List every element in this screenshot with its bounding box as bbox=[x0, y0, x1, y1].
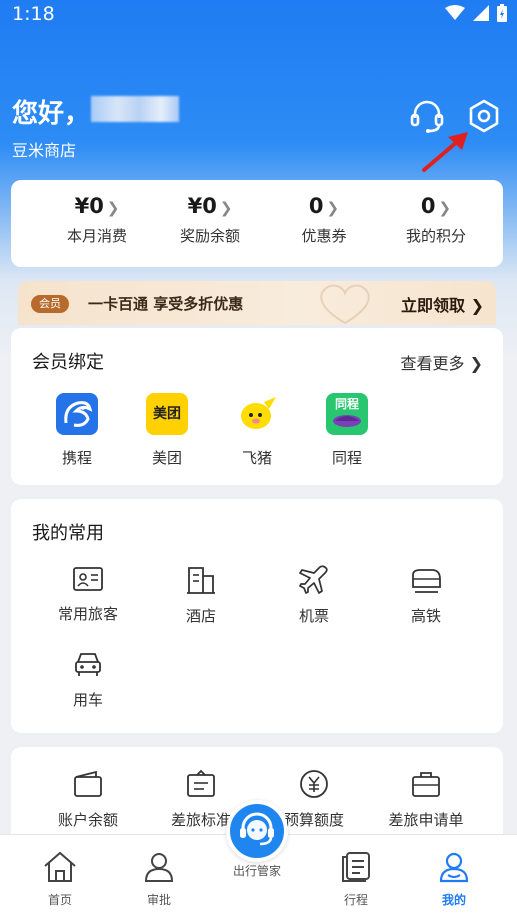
tab-approval[interactable]: 审批 bbox=[129, 851, 189, 908]
tab-label: 首页 bbox=[47, 893, 72, 907]
travel-butler-button[interactable] bbox=[226, 800, 288, 862]
briefcase-icon bbox=[412, 772, 440, 797]
item-label: 高铁 bbox=[410, 607, 441, 625]
chevron-right-icon: ❯ bbox=[106, 199, 120, 217]
tab-label: 我的 bbox=[441, 893, 466, 907]
tab-label[interactable]: 出行管家 bbox=[222, 862, 292, 879]
brand-name: 飞猪 bbox=[241, 449, 272, 467]
section-title: 会员绑定 bbox=[32, 352, 104, 373]
tab-label: 审批 bbox=[146, 893, 171, 907]
person-icon bbox=[144, 853, 174, 882]
tab-itinerary[interactable]: 行程 bbox=[326, 851, 386, 908]
stat-reward-balance[interactable]: ¥0 ❯ 奖励余额 bbox=[155, 194, 265, 246]
member-binding-card: 会员绑定 查看更多 ❯ 携程 美团 美团 飞猪 同程 同程 bbox=[11, 328, 503, 485]
tab-mine[interactable]: 我的 bbox=[424, 851, 484, 908]
claim-now-link[interactable]: 立即领取 ❯ bbox=[401, 292, 484, 316]
meituan-logo-icon: 美团 bbox=[146, 393, 188, 435]
brand-name: 携程 bbox=[61, 449, 92, 467]
status-icons bbox=[445, 4, 507, 22]
traveler-card-icon bbox=[73, 567, 103, 591]
stat-label: 奖励余额 bbox=[179, 227, 240, 245]
frequent-item-flight[interactable]: 机票 bbox=[269, 565, 359, 626]
stat-value: ¥0 bbox=[74, 194, 104, 218]
frequent-item-travelers[interactable]: 常用旅客 bbox=[43, 565, 133, 624]
stat-monthly-spend[interactable]: ¥0 ❯ 本月消费 bbox=[42, 194, 152, 246]
stat-points[interactable]: 0 ❯ 我的积分 bbox=[381, 194, 491, 246]
heart-decoration-icon bbox=[320, 284, 370, 325]
item-label: 酒店 bbox=[185, 607, 216, 625]
account-stats-card: ¥0 ❯ 本月消费 ¥0 ❯ 奖励余额 0 ❯ 优惠券 0 ❯ 我的积分 bbox=[11, 180, 503, 267]
tab-label: 行程 bbox=[343, 893, 368, 907]
home-icon bbox=[44, 851, 76, 882]
finance-item-application[interactable]: 差旅申请单 bbox=[381, 769, 471, 830]
chevron-right-icon: ❯ bbox=[219, 199, 233, 217]
brand-ctrip[interactable]: 携程 bbox=[42, 393, 112, 468]
greeting-text: 您好， bbox=[12, 99, 91, 129]
chevron-right-icon: ❯ bbox=[326, 199, 340, 217]
headset-icon bbox=[240, 812, 274, 846]
status-bar: 1:18 bbox=[0, 0, 517, 30]
view-more-link[interactable]: 查看更多 ❯ bbox=[401, 350, 484, 374]
item-label: 账户余额 bbox=[57, 811, 118, 829]
frequent-services-card: 我的常用 常用旅客 酒店 机票 高铁 用车 bbox=[11, 499, 503, 733]
brand-name: 同程 bbox=[331, 449, 362, 467]
shop-name: 豆米商店 bbox=[12, 141, 77, 160]
policy-icon bbox=[187, 769, 215, 797]
blurred-user-name bbox=[91, 96, 179, 122]
itinerary-icon bbox=[342, 852, 370, 882]
yen-icon bbox=[300, 770, 328, 798]
stat-coupons[interactable]: 0 ❯ 优惠券 bbox=[269, 194, 379, 246]
brand-meituan[interactable]: 美团 美团 bbox=[132, 393, 202, 468]
tongcheng-logo-icon: 同程 bbox=[326, 393, 368, 435]
stat-label: 我的积分 bbox=[405, 227, 466, 245]
airplane-icon bbox=[299, 565, 328, 594]
finance-item-balance[interactable]: 账户余额 bbox=[43, 769, 133, 830]
stat-label: 优惠券 bbox=[301, 227, 347, 245]
stat-value: 0 bbox=[308, 194, 324, 218]
promo-text: 一卡百通 享受多折优惠 bbox=[88, 295, 244, 313]
brand-fliggy[interactable]: 飞猪 bbox=[222, 393, 292, 468]
status-time: 1:18 bbox=[12, 3, 55, 25]
stat-value: ¥0 bbox=[187, 194, 217, 218]
item-label: 常用旅客 bbox=[57, 605, 118, 623]
frequent-item-train[interactable]: 高铁 bbox=[381, 565, 471, 626]
membership-promo-banner[interactable]: 会员 一卡百通 享受多折优惠 立即领取 ❯ bbox=[18, 281, 496, 325]
signal-icon bbox=[473, 5, 489, 21]
stat-label: 本月消费 bbox=[66, 227, 127, 245]
annotation-arrow bbox=[422, 132, 468, 172]
car-icon bbox=[75, 653, 101, 676]
stat-value: 0 bbox=[420, 194, 436, 218]
item-label: 差旅申请单 bbox=[388, 811, 464, 829]
hotel-icon bbox=[187, 567, 215, 594]
ctrip-logo-icon bbox=[56, 393, 98, 435]
wallet-icon bbox=[74, 770, 102, 797]
item-label: 用车 bbox=[72, 691, 103, 709]
frequent-item-hotel[interactable]: 酒店 bbox=[156, 565, 246, 626]
fliggy-logo-icon bbox=[236, 393, 278, 435]
battery-icon bbox=[497, 4, 507, 22]
member-badge: 会员 bbox=[31, 295, 69, 313]
tab-home[interactable]: 首页 bbox=[30, 851, 90, 908]
wifi-icon bbox=[445, 5, 465, 20]
chevron-right-icon: ❯ bbox=[438, 199, 452, 217]
frequent-item-car[interactable]: 用车 bbox=[43, 649, 133, 710]
section-title: 我的常用 bbox=[32, 523, 104, 544]
item-label: 机票 bbox=[298, 607, 329, 625]
train-icon bbox=[412, 569, 441, 593]
brand-tongcheng[interactable]: 同程 同程 bbox=[312, 393, 382, 468]
profile-icon bbox=[439, 852, 469, 883]
brand-name: 美团 bbox=[151, 449, 182, 467]
